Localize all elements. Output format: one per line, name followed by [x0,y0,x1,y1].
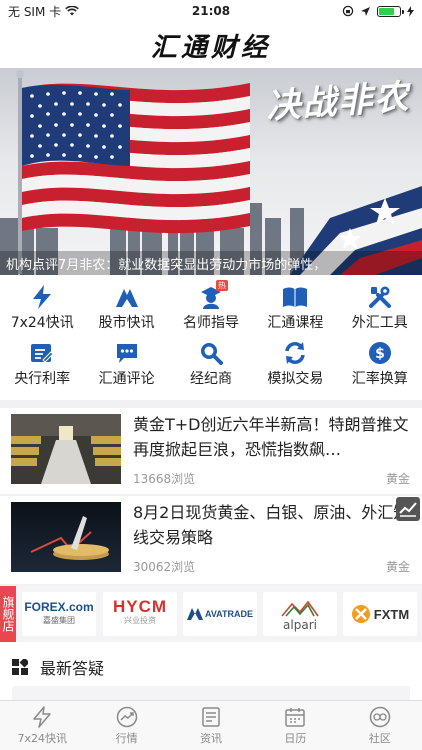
broker-name: alpari [283,617,317,632]
flagship-store-label[interactable]: 旗舰店 [0,586,16,642]
tab-label: 行情 [115,731,138,745]
quick-link-stock-news[interactable]: 股市快讯 [84,280,168,336]
banner-caption: 机构点评7月非农：就业数据突显出劳动力市场的弹性， [0,251,422,275]
location-icon [361,6,370,16]
broker-fxtm[interactable]: FXTM [343,592,417,636]
avatrade-logo-icon [187,608,203,620]
section-header-latest-qa: 最新答疑 [0,650,422,684]
quick-link-label: 央行利率 [14,371,71,387]
comment-icon [113,340,141,366]
news-icon [202,706,220,727]
news-tag: 黄金 [385,472,410,486]
news-thumbnail [11,502,121,572]
fxtm-logo-icon [351,605,370,623]
quick-link-fx-tools[interactable]: 外汇工具 [338,280,422,336]
broker-name: AVATRADE [205,609,253,619]
trend-icon [116,706,137,727]
broker-strip: 旗舰店 FOREX.com 嘉盛集团 HYCM 兴业投资 AVATRADE al… [0,586,422,642]
broker-name: FOREX.com [24,600,94,614]
quick-link-demo-trade[interactable]: 模拟交易 [253,336,337,392]
news-thumbnail [11,414,121,484]
quick-link-label: 股市快讯 [98,315,155,331]
refresh-trade-icon [281,340,309,366]
stock-chart-icon [113,284,141,310]
news-tag: 黄金 [385,560,410,574]
line-chart-icon [399,502,417,517]
orientation-lock-icon [342,5,354,17]
tab-label: 7x24快讯 [17,731,67,745]
battery-icon [377,5,404,17]
alpari-mountain-icon [281,600,319,617]
app-header: 汇通财经 [0,22,422,68]
news-title: 8月2日现货黄金、白银、原油、外汇短线交易策略 [133,503,410,547]
quick-link-comments[interactable]: 汇通评论 [84,336,168,392]
news-views: 30062浏览 [133,560,196,574]
quick-link-label: 模拟交易 [267,371,324,387]
carrier-label: 无 SIM 卡 [8,4,62,19]
lightning-outline-icon [33,705,51,728]
broker-subname: 兴业投资 [124,616,156,625]
tab-market[interactable]: 行情 [84,701,168,750]
quick-link-label: 名师指导 [182,315,239,331]
tab-community[interactable]: 社区 [338,701,422,750]
quick-link-courses[interactable]: 汇通课程 [253,280,337,336]
quick-link-teacher[interactable]: 热 名师指导 [169,280,253,336]
broker-forex[interactable]: FOREX.com 嘉盛集团 [22,592,96,636]
quick-link-label: 经纪商 [189,371,232,387]
grid-squares-icon [12,659,28,675]
tab-calendar[interactable]: 日历 [253,701,337,750]
tab-label: 社区 [368,731,391,745]
broker-avatrade[interactable]: AVATRADE [183,592,257,636]
lightning-icon [28,284,56,310]
news-views: 13668浏览 [133,472,196,486]
quick-link-label: 汇率换算 [351,371,408,387]
qa-card-preview [12,686,410,700]
broker-hycm[interactable]: HYCM 兴业投资 [103,592,177,636]
tab-label: 资讯 [199,731,222,745]
tab-label: 日历 [284,731,307,745]
floating-chart-button[interactable] [396,497,420,521]
bottom-tab-bar: 7x24快讯 行情 资讯 日历 社区 [0,700,422,750]
tab-7x24[interactable]: 7x24快讯 [0,701,84,750]
quick-link-label: 外汇工具 [351,315,408,331]
quick-link-label: 汇通评论 [98,371,155,387]
quick-link-central-bank-rate[interactable]: 央行利率 [0,336,84,392]
tools-icon [366,284,394,310]
charging-icon [407,5,414,17]
rate-doc-icon [28,340,56,366]
news-title: 黄金T+D创近六年半新高！特朗普推文再度掀起巨浪，恐慌指数飙… [133,415,409,459]
dollar-icon: $ [366,340,394,366]
tab-news[interactable]: 资讯 [169,701,253,750]
divider [0,400,422,408]
section-title: 最新答疑 [40,659,105,678]
news-item[interactable]: 8月2日现货黄金、白银、原油、外汇短线交易策略 30062浏览 黄金 [0,496,422,586]
status-bar: 无 SIM 卡 21:08 [0,0,422,22]
banner-carousel[interactable]: 决战非农 机构点评7月非农：就业数据突显出劳动力市场的弹性， [0,68,422,275]
hot-badge: 热 [216,280,229,291]
banner-headline: 决战非农 [265,77,412,127]
broker-alpari[interactable]: alpari [263,592,337,636]
broker-subname: 嘉盛集团 [42,616,75,625]
quick-link-fx-converter[interactable]: $ 汇率换算 [338,336,422,392]
quick-link-label: 汇通课程 [267,315,324,331]
book-icon [281,284,309,310]
broker-name: HYCM [112,597,168,616]
calendar-icon [285,707,306,727]
app-logo: 汇通财经 [150,32,271,63]
quick-link-label: 7x24快讯 [10,315,74,331]
news-item[interactable]: 黄金T+D创近六年半新高！特朗普推文再度掀起巨浪，恐慌指数飙… 13668浏览 … [0,408,422,498]
search-broker-icon [197,340,225,366]
broker-name: FXTM [373,606,410,622]
quick-link-brokers[interactable]: 经纪商 [169,336,253,392]
wifi-icon [65,6,79,16]
clock: 21:08 [191,4,231,18]
quick-link-7x24[interactable]: 7x24快讯 [0,280,84,336]
quick-links-grid: 7x24快讯 股市快讯 热 名师指导 汇通课程 外汇工具 央行利率 汇通评论 经… [0,280,422,398]
svg-text:$: $ [375,346,385,362]
community-icon [369,706,391,727]
